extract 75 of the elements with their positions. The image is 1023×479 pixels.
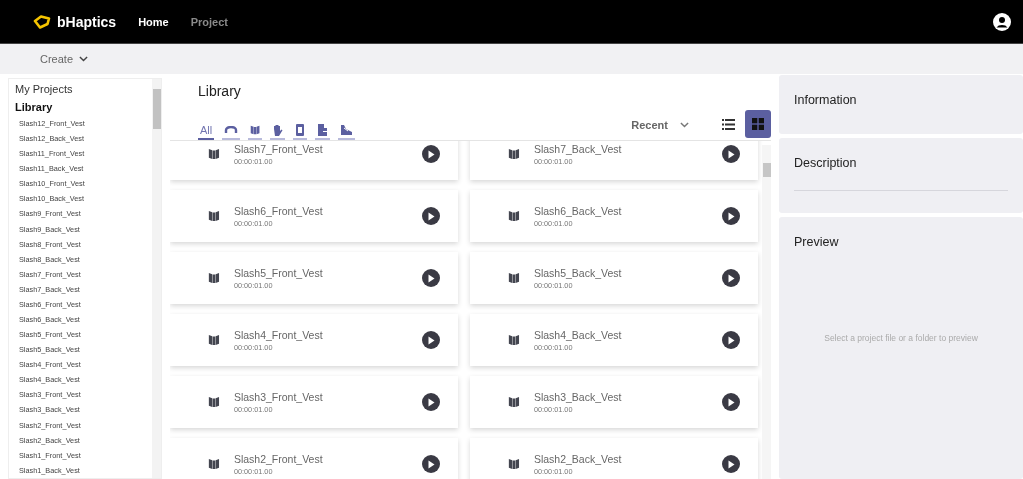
play-icon bbox=[727, 273, 735, 283]
hand-icon bbox=[272, 124, 284, 136]
nav-link[interactable]: Project bbox=[190, 15, 228, 28]
view-toggle-button[interactable] bbox=[745, 110, 771, 138]
library-title: Library bbox=[198, 83, 242, 99]
vest-icon bbox=[208, 271, 220, 285]
headband-icon bbox=[224, 125, 239, 135]
file-name: Slash6_Front_Vest bbox=[233, 204, 324, 217]
file-name: Slash7_Back_Vest bbox=[533, 142, 623, 155]
play-icon bbox=[727, 335, 735, 345]
play-icon bbox=[427, 459, 435, 469]
grid-view-icon bbox=[752, 118, 764, 130]
logo-icon bbox=[32, 14, 52, 29]
vest-icon bbox=[208, 395, 220, 409]
vest-icon bbox=[208, 333, 220, 347]
file-name: Slash5_Back_Vest bbox=[533, 266, 623, 279]
file-name: Slash2_Back_Vest bbox=[533, 452, 623, 465]
play-button[interactable] bbox=[722, 393, 740, 411]
brand-name: bHaptics bbox=[57, 13, 117, 30]
vest-icon bbox=[508, 147, 520, 161]
file-name: Slash4_Front_Vest bbox=[233, 328, 324, 341]
play-button[interactable] bbox=[722, 145, 740, 163]
play-button[interactable] bbox=[722, 269, 740, 287]
play-button[interactable] bbox=[422, 331, 440, 349]
panel-title: Information bbox=[794, 93, 858, 107]
play-icon bbox=[427, 397, 435, 407]
chevron-down-icon bbox=[79, 56, 89, 62]
play-button[interactable] bbox=[722, 331, 740, 349]
vest-icon bbox=[508, 395, 520, 409]
play-icon bbox=[427, 335, 435, 345]
preview-hint: Select a project file or a folder to preview bbox=[823, 333, 979, 343]
play-button[interactable] bbox=[422, 145, 440, 163]
foot-icon bbox=[317, 124, 329, 136]
file-name: Slash7_Front_Vest bbox=[233, 142, 324, 155]
sidebar-heading[interactable]: My Projects bbox=[15, 83, 152, 95]
play-icon bbox=[427, 211, 435, 221]
play-button[interactable] bbox=[422, 455, 440, 473]
play-icon bbox=[727, 397, 735, 407]
file-name: Slash2_Front_Vest bbox=[233, 452, 324, 465]
vest-icon bbox=[508, 271, 520, 285]
nav-link[interactable]: Home bbox=[138, 15, 169, 28]
file-name: Slash4_Back_Vest bbox=[533, 328, 623, 341]
panel-title: Preview bbox=[794, 235, 840, 249]
vest-icon bbox=[508, 333, 520, 347]
play-icon bbox=[727, 149, 735, 159]
sort-dropdown[interactable]: Recent bbox=[631, 119, 689, 131]
list-view-icon bbox=[721, 118, 735, 130]
play-button[interactable] bbox=[722, 207, 740, 225]
play-button[interactable] bbox=[422, 269, 440, 287]
play-icon bbox=[427, 273, 435, 283]
vest-icon bbox=[208, 457, 220, 471]
play-button[interactable] bbox=[422, 207, 440, 225]
sleeve-icon bbox=[295, 124, 306, 136]
create-menu-button[interactable]: Create bbox=[40, 53, 89, 65]
play-icon bbox=[427, 149, 435, 159]
shoe-icon bbox=[340, 124, 354, 136]
play-button[interactable] bbox=[722, 455, 740, 473]
file-name: Slash3_Back_Vest bbox=[533, 390, 623, 403]
play-button[interactable] bbox=[422, 393, 440, 411]
vest-icon bbox=[208, 147, 220, 161]
panel-title: Description bbox=[794, 156, 858, 170]
vest-icon bbox=[508, 457, 520, 471]
user-avatar-icon[interactable] bbox=[993, 12, 1011, 31]
file-name: Slash6_Back_Vest bbox=[533, 204, 623, 217]
chevron-down-icon bbox=[680, 122, 689, 128]
sidebar-section[interactable]: Library bbox=[15, 101, 152, 113]
play-icon bbox=[727, 211, 735, 221]
file-name: Slash3_Front_Vest bbox=[233, 390, 324, 403]
scrollbar[interactable] bbox=[762, 145, 771, 479]
vest-icon bbox=[250, 124, 261, 136]
file-name: Slash5_Front_Vest bbox=[233, 266, 324, 279]
play-icon bbox=[727, 459, 735, 469]
scrollbar[interactable] bbox=[152, 79, 161, 478]
vest-icon bbox=[208, 209, 220, 223]
vest-icon bbox=[508, 209, 520, 223]
